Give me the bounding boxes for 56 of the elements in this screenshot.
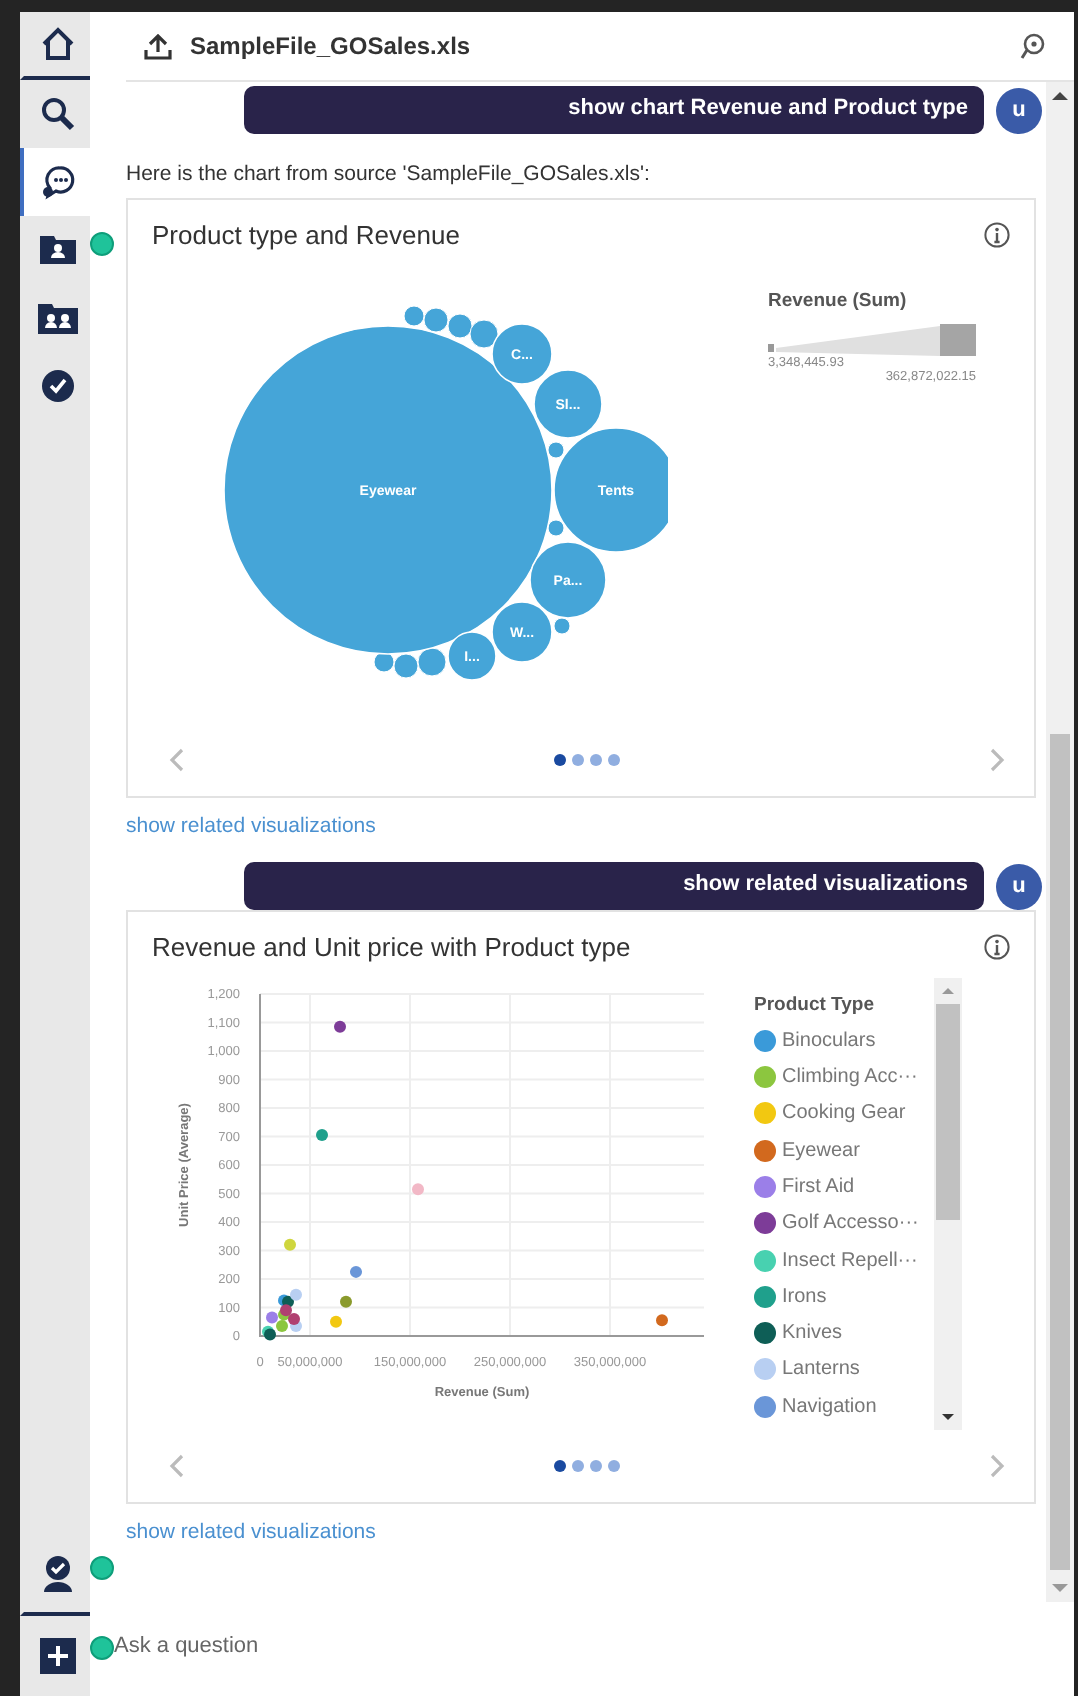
folder-people-icon	[37, 303, 77, 333]
home-icon	[39, 26, 75, 62]
data-point	[340, 1295, 352, 1308]
folder-person-icon	[39, 236, 75, 264]
legend-label: Insect Repell···	[782, 1249, 918, 1272]
data-point	[284, 1238, 296, 1251]
legend-label: Eyewear	[782, 1139, 860, 1162]
pin-icon[interactable]	[1020, 32, 1046, 60]
info-icon[interactable]	[984, 222, 1010, 248]
related-link[interactable]: show related visualizations	[126, 1520, 376, 1544]
legend-label: Lanterns	[782, 1358, 860, 1381]
related-link[interactable]: show related visualizations	[126, 814, 376, 838]
card-title: Product type and Revenue	[152, 220, 460, 250]
page-dot[interactable]	[572, 1460, 584, 1472]
search-icon	[39, 96, 75, 132]
data-point	[412, 1183, 424, 1196]
page-dot[interactable]	[608, 754, 620, 766]
user-message: show related visualizations	[244, 862, 984, 910]
page-dot[interactable]	[608, 1460, 620, 1472]
legend-label: Irons	[782, 1285, 827, 1308]
legend-title: Product Type	[754, 994, 876, 1016]
data-point	[656, 1314, 668, 1327]
plus-icon	[39, 1638, 75, 1674]
data-point	[316, 1129, 328, 1142]
scroll-down-icon[interactable]	[942, 1412, 954, 1422]
legend-label: Golf Accesso···	[782, 1212, 919, 1235]
check-circle-icon	[39, 368, 75, 404]
legend-label: Climbing Acc···	[782, 1066, 918, 1089]
user-avatar: u	[996, 863, 1042, 909]
user-message: show chart Revenue and Product type	[244, 86, 984, 134]
legend-title: Revenue (Sum)	[768, 290, 909, 312]
legend-label: Binoculars	[782, 1029, 876, 1052]
user-avatar: u	[996, 87, 1042, 133]
data-point	[334, 1020, 346, 1033]
page-dot[interactable]	[554, 754, 566, 766]
page-dot[interactable]	[590, 1460, 602, 1472]
chat-icon	[39, 164, 75, 200]
scrollbar[interactable]	[1046, 82, 1074, 1602]
card-title: Revenue and Unit price with Product type	[152, 932, 631, 962]
legend-scrollbar[interactable]	[934, 978, 962, 1430]
upload-icon[interactable]	[144, 33, 172, 59]
sidebar-item[interactable]	[20, 148, 90, 216]
page-dot[interactable]	[554, 1460, 566, 1472]
legend-label: First Aid	[782, 1175, 855, 1198]
file-name: SampleFile_GOSales.xls	[190, 32, 471, 60]
legend-label: Knives	[782, 1322, 843, 1345]
data-point	[350, 1265, 362, 1278]
legend-label: Navigation	[782, 1395, 877, 1418]
data-point	[330, 1315, 342, 1328]
page-dot[interactable]	[590, 754, 602, 766]
page-dot[interactable]	[572, 754, 584, 766]
legend-label: Cooking Gear	[782, 1102, 906, 1125]
scroll-up-icon[interactable]	[1052, 90, 1068, 102]
user-check-icon	[39, 1554, 75, 1594]
reply-text: Here is the chart from source 'SampleFile_GOSales.xls':	[126, 162, 652, 186]
info-icon[interactable]	[984, 934, 1010, 960]
